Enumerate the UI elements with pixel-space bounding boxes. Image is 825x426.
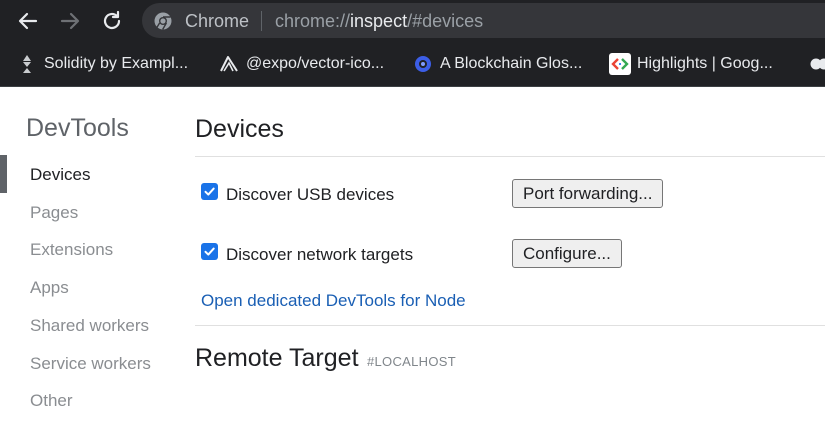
sidebar-item-service-workers[interactable]: Service workers — [30, 354, 151, 374]
sidebar-title: DevTools — [26, 114, 129, 142]
bookmark-label: Solidity by Exampl... — [44, 55, 189, 72]
url-text: chrome://inspect/#devices — [275, 11, 483, 32]
bookmark-overflow[interactable] — [808, 52, 825, 76]
remote-target-title: Remote Target — [195, 344, 359, 372]
open-node-devtools-link[interactable]: Open dedicated DevTools for Node — [201, 291, 466, 311]
port-forwarding-button[interactable]: Port forwarding... — [512, 179, 664, 208]
blockchain-icon — [412, 53, 434, 75]
page-title: Devices — [195, 115, 284, 143]
discover-usb-label: Discover USB devices — [226, 185, 395, 204]
chrome-icon — [154, 12, 172, 30]
url-path: /#devices — [407, 11, 484, 31]
forward-button[interactable] — [57, 8, 83, 34]
remote-target-host: #LOCALHOST — [367, 354, 456, 369]
bookmark-highlights[interactable]: Highlights | Goog... — [609, 52, 773, 76]
devtools-sidebar: DevTools Devices Pages Extensions Apps S… — [0, 88, 175, 426]
browser-toolbar: Chrome chrome://inspect/#devices — [0, 0, 825, 42]
expo-icon — [218, 53, 240, 75]
url-scheme: chrome:// — [275, 11, 351, 31]
google-icon — [609, 53, 631, 75]
section-divider — [195, 325, 825, 326]
url-host: inspect — [350, 11, 408, 31]
discover-network-label: Discover network targets — [226, 245, 414, 264]
configure-button[interactable]: Configure... — [512, 239, 622, 268]
bookmark-expo[interactable]: @expo/vector-ico... — [218, 52, 384, 76]
bookmark-overflow-icon — [808, 53, 825, 75]
discover-network-checkbox[interactable] — [201, 243, 218, 260]
back-arrow-icon — [18, 12, 38, 30]
title-divider — [195, 156, 825, 157]
forward-arrow-icon — [60, 12, 80, 30]
reload-button[interactable] — [99, 8, 125, 34]
sidebar-item-pages[interactable]: Pages — [30, 203, 78, 223]
discover-usb-checkbox[interactable] — [201, 183, 218, 200]
site-name: Chrome — [185, 11, 250, 31]
bookmark-label: Highlights | Goog... — [637, 55, 773, 72]
omnibox-divider — [261, 11, 262, 31]
sidebar-item-apps[interactable]: Apps — [30, 278, 69, 298]
sidebar-item-extensions[interactable]: Extensions — [30, 240, 113, 260]
reload-icon — [103, 10, 121, 30]
checkmark-icon — [204, 187, 215, 196]
bookmark-blockchain[interactable]: A Blockchain Glos... — [412, 52, 582, 76]
checkmark-icon — [204, 247, 215, 256]
back-button[interactable] — [15, 8, 41, 34]
address-bar[interactable]: Chrome chrome://inspect/#devices — [142, 3, 825, 38]
sidebar-item-devices[interactable]: Devices — [30, 165, 90, 185]
bookmark-label: A Blockchain Glos... — [440, 55, 583, 72]
solidity-icon — [16, 53, 38, 75]
active-indicator — [0, 155, 7, 193]
bookmark-label: @expo/vector-ico... — [246, 55, 385, 72]
bookmarks-bar: Solidity by Exampl... @expo/vector-ico..… — [0, 42, 825, 87]
sidebar-item-other[interactable]: Other — [30, 391, 73, 411]
sidebar-item-shared-workers[interactable]: Shared workers — [30, 316, 149, 336]
bookmark-solidity[interactable]: Solidity by Exampl... — [16, 52, 188, 76]
devices-panel: Devices Discover USB devices Port forwar… — [195, 88, 825, 426]
